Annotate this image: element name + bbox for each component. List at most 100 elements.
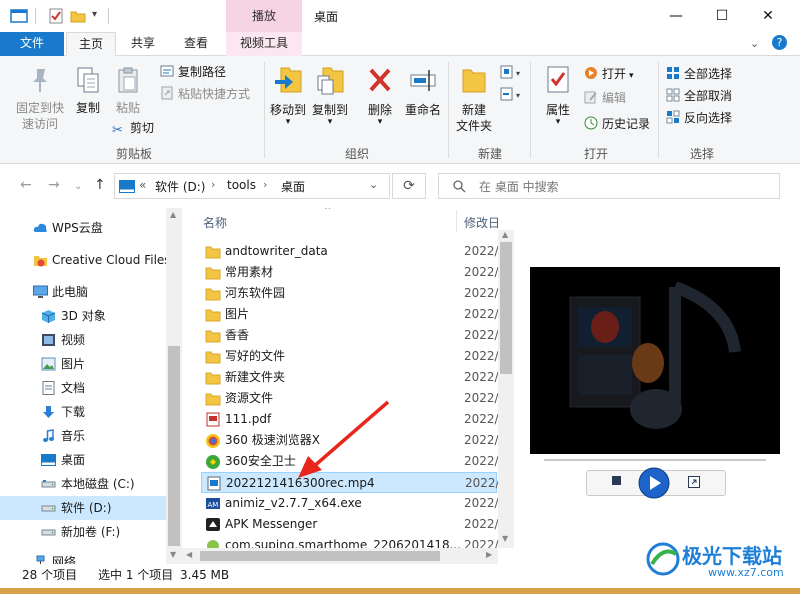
group-separator — [264, 62, 265, 158]
nav-item-drive-c[interactable]: 本地磁盘 (C:) — [0, 472, 166, 496]
copy-to-button[interactable]: 复制到 ▾ — [310, 64, 350, 127]
scroll-right-icon[interactable]: ▶ — [486, 550, 492, 559]
tab-home[interactable]: 主页 — [66, 32, 116, 56]
help-icon[interactable]: ? — [772, 35, 787, 50]
nav-item-3d-objects[interactable]: 3D 对象 — [0, 304, 166, 328]
paste-button[interactable]: 粘贴 — [110, 66, 146, 116]
breadcrumb-separator[interactable]: › — [263, 178, 267, 191]
nav-item-videos[interactable]: 视频 — [0, 328, 166, 352]
video-preview-player[interactable] — [530, 267, 780, 454]
computer-icon — [33, 285, 48, 298]
new-folder-quick-icon[interactable] — [70, 8, 86, 24]
drive-icon — [41, 529, 56, 536]
properties-icon[interactable] — [48, 8, 64, 24]
nav-item-drive-f[interactable]: 新加卷 (F:) — [0, 520, 166, 544]
pin-quick-access-button[interactable]: 固定到快 速访问 — [12, 66, 68, 132]
nav-item-creative-cloud[interactable]: Creative Cloud Files — [0, 248, 171, 272]
nav-item-drive-d[interactable]: 软件 (D:) — [0, 496, 166, 520]
scroll-up-icon[interactable]: ▲ — [502, 230, 508, 239]
scroll-down-icon[interactable]: ▼ — [170, 550, 176, 559]
paste-icon — [118, 67, 138, 93]
copy-button[interactable]: 复制 — [70, 66, 106, 116]
file-row[interactable]: 常用素材 2022/ — [201, 262, 499, 283]
pin-label-line2: 速访问 — [21, 117, 58, 131]
ribbon-collapse-icon[interactable]: ⌄ — [750, 37, 759, 50]
tab-file[interactable]: 文件 — [0, 32, 64, 56]
select-none-button[interactable]: 全部取消 — [666, 86, 732, 106]
breadcrumb-tools[interactable]: tools — [227, 178, 256, 192]
forward-button[interactable]: → — [48, 177, 60, 193]
address-history-dropdown-icon[interactable]: ⌄ — [369, 178, 378, 191]
nav-item-pictures[interactable]: 图片 — [0, 352, 166, 376]
nav-item-music[interactable]: 音乐 — [0, 424, 166, 448]
nav-item-this-pc[interactable]: 此电脑 — [0, 280, 166, 304]
rename-button[interactable]: 重命名 — [400, 64, 446, 118]
history-button[interactable]: 历史记录 — [584, 114, 650, 134]
copy-path-label: 复制路径 — [178, 65, 227, 79]
file-row[interactable]: 图片 2022/ — [201, 304, 499, 325]
horizontal-scrollbar[interactable]: ◀ ▶ — [182, 548, 498, 564]
file-list-scroll-thumb[interactable] — [500, 242, 512, 374]
tab-view[interactable]: 查看 — [172, 32, 220, 56]
tab-share[interactable]: 共享 — [120, 32, 166, 56]
nav-item-downloads[interactable]: 下载 — [0, 400, 166, 424]
easy-access-button[interactable]: ▾ — [500, 86, 524, 105]
watermark-url: www.xz7.com — [708, 566, 784, 579]
column-header-date[interactable]: 修改日 — [464, 214, 500, 231]
new-folder-button[interactable]: 新建 文件夹 — [452, 64, 496, 134]
column-divider[interactable] — [456, 210, 457, 232]
file-row[interactable]: andtowriter_data 2022/ — [201, 241, 499, 262]
horizontal-scroll-thumb[interactable] — [200, 551, 440, 561]
file-list-scrollbar[interactable]: ▲ ▼ — [498, 230, 514, 548]
paste-shortcut-button[interactable]: 粘贴快捷方式 — [160, 84, 250, 104]
stop-icon[interactable] — [612, 476, 621, 485]
new-item-button[interactable]: ▾ — [500, 64, 524, 83]
file-date: 2022/ — [464, 244, 499, 258]
nav-item-wps-cloud[interactable]: WPS云盘 — [0, 216, 166, 240]
file-row[interactable]: 河东软件园 2022/ — [201, 283, 499, 304]
delete-button[interactable]: 删除 ▾ — [362, 64, 398, 127]
select-all-button[interactable]: 全部选择 — [666, 64, 732, 84]
open-button[interactable]: 打开 ▾ — [584, 64, 634, 84]
up-button[interactable]: ↑ — [94, 177, 106, 193]
open-group-label: 打开 — [583, 147, 608, 161]
scroll-left-icon[interactable]: ◀ — [186, 550, 192, 559]
nav-item-desktop[interactable]: 桌面 — [0, 448, 166, 472]
open-in-player-icon[interactable] — [688, 476, 700, 488]
close-button[interactable]: ✕ — [746, 0, 790, 32]
breadcrumb-desktop[interactable]: 桌面 — [281, 178, 305, 195]
back-button[interactable]: ← — [20, 177, 32, 193]
column-header-name[interactable]: 名称 — [203, 214, 227, 231]
breadcrumb-drive[interactable]: 软件 (D:) — [155, 178, 205, 195]
minimize-button[interactable]: — — [654, 0, 698, 32]
file-row[interactable]: 新建文件夹 2022/ — [201, 367, 499, 388]
properties-button[interactable]: 属性 ▾ — [536, 64, 580, 127]
file-row[interactable]: APK Messenger 2022/ — [201, 514, 499, 535]
recent-locations-dropdown-icon[interactable]: ⌄ — [74, 181, 82, 192]
play-button[interactable] — [638, 467, 670, 499]
search-input[interactable]: 在 桌面 中搜索 — [438, 173, 780, 199]
address-bar[interactable]: « 软件 (D:) › tools › 桌面 ⌄ — [114, 173, 390, 199]
nav-item-documents[interactable]: 文档 — [0, 376, 166, 400]
copy-path-button[interactable]: 复制路径 — [160, 62, 226, 82]
edit-button[interactable]: 编辑 — [584, 88, 626, 108]
nav-scrollbar[interactable]: ▲ ▼ — [166, 208, 182, 564]
file-row[interactable]: 香香 2022/ — [201, 325, 499, 346]
breadcrumb-separator[interactable]: › — [211, 178, 215, 191]
move-to-button[interactable]: 移动到 ▾ — [268, 64, 308, 127]
scroll-down-icon[interactable]: ▼ — [502, 534, 508, 543]
file-row[interactable]: 写好的文件 2022/ — [201, 346, 499, 367]
scroll-up-icon[interactable]: ▲ — [170, 210, 176, 219]
file-date: 2022/ — [464, 370, 499, 384]
file-row[interactable]: AM animiz_v2.7.7_x64.exe 2022/ — [201, 493, 499, 514]
nav-item-network[interactable]: 网络 — [0, 550, 166, 564]
invert-selection-button[interactable]: 反向选择 — [666, 108, 732, 128]
maximize-button[interactable]: ☐ — [700, 0, 744, 32]
address-overflow[interactable]: « — [139, 178, 146, 192]
tab-video-tools[interactable]: 视频工具 — [226, 32, 302, 56]
cut-button[interactable]: ✂ 剪切 — [112, 118, 154, 138]
seek-bar[interactable] — [544, 459, 766, 461]
nav-scroll-thumb[interactable] — [168, 346, 180, 546]
refresh-button[interactable]: ⟳ — [392, 173, 426, 199]
qat-dropdown-icon[interactable]: ▾ — [92, 9, 97, 20]
